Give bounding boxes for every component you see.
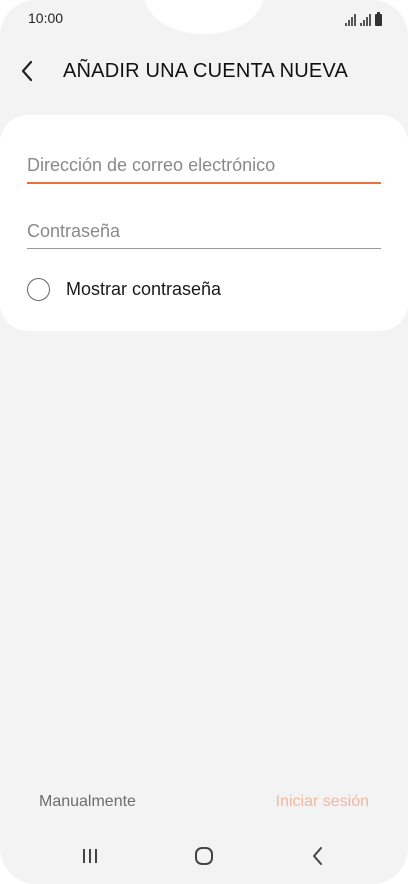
status-icons — [345, 12, 382, 26]
home-button[interactable] — [184, 843, 224, 869]
home-icon — [195, 847, 213, 865]
show-password-radio[interactable] — [27, 278, 50, 301]
battery-icon — [375, 12, 382, 26]
back-icon — [313, 847, 322, 865]
status-time: 10:00 — [28, 10, 64, 26]
recents-button[interactable] — [70, 843, 110, 869]
recents-icon — [83, 849, 97, 863]
email-input[interactable] — [27, 155, 381, 182]
account-form-card: Mostrar contraseña — [0, 115, 408, 331]
status-bar: 10:00 — [0, 0, 408, 38]
sign-in-button[interactable]: Iniciar sesión — [276, 793, 369, 811]
signal-icon — [345, 14, 356, 26]
password-field-container — [27, 221, 381, 249]
signal-icon — [360, 14, 371, 26]
show-password-toggle[interactable]: Mostrar contraseña — [27, 278, 221, 301]
password-input[interactable] — [27, 221, 381, 248]
bottom-actions: Manualmente Iniciar sesión — [0, 790, 408, 816]
back-button[interactable] — [20, 52, 64, 90]
manual-setup-button[interactable]: Manualmente — [39, 793, 136, 811]
chevron-left-icon — [21, 60, 33, 82]
phone-screen: 10:00 AÑADIR UNA CUENTA NUEVA Dirección … — [0, 0, 408, 884]
password-underline — [27, 248, 381, 249]
show-password-label: Mostrar contraseña — [66, 279, 222, 299]
system-navigation-bar — [0, 835, 408, 877]
email-field-container — [27, 155, 381, 184]
email-underline — [27, 182, 381, 184]
app-header: AÑADIR UNA CUENTA NUEVA — [0, 52, 408, 90]
page-title: AÑADIR UNA CUENTA NUEVA — [63, 59, 349, 82]
system-back-button[interactable] — [298, 843, 338, 869]
